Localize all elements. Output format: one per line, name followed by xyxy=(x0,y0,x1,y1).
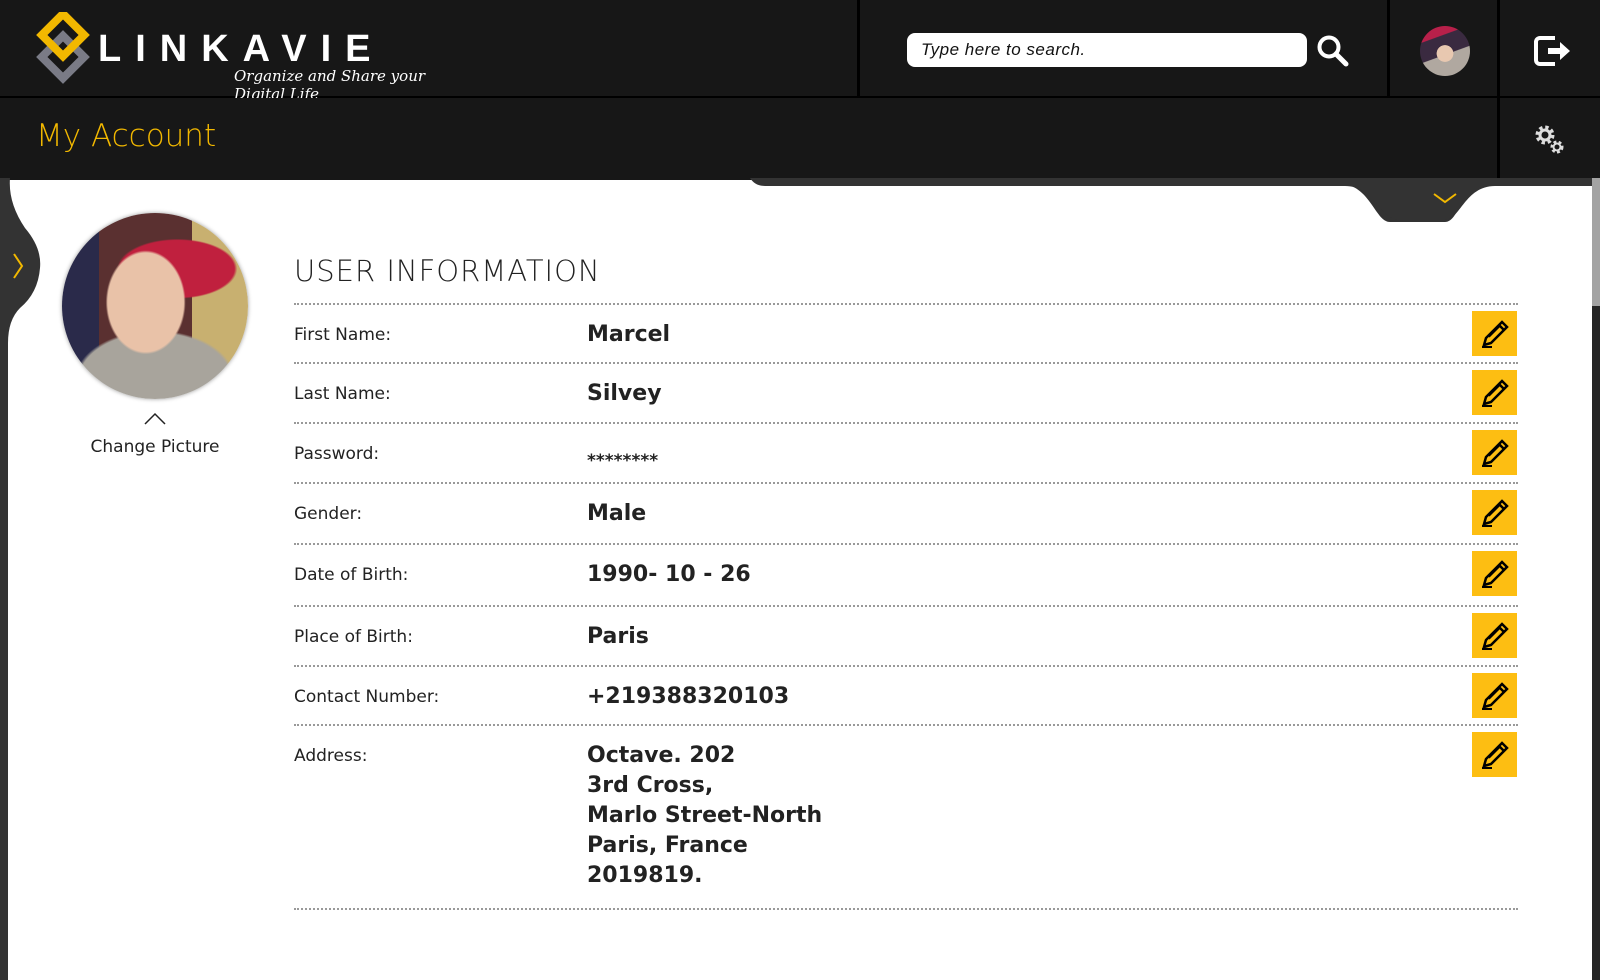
pencil-icon xyxy=(1481,378,1509,407)
chevron-up-icon[interactable] xyxy=(144,412,166,426)
field-value: Paris xyxy=(587,624,649,649)
scrollbar[interactable] xyxy=(1592,178,1600,980)
pencil-icon xyxy=(1481,438,1509,467)
avatar[interactable] xyxy=(1420,26,1470,76)
field-label: Contact Number: xyxy=(294,687,440,707)
field-value: ******** xyxy=(587,451,659,471)
divider xyxy=(294,543,1518,545)
divider xyxy=(294,303,1518,305)
edit-button[interactable] xyxy=(1472,370,1517,415)
divider xyxy=(294,482,1518,484)
pencil-icon xyxy=(1481,559,1509,588)
pencil-icon xyxy=(1481,740,1509,769)
divider xyxy=(294,724,1518,726)
field-value: Octave. 202 3rd Cross, Marlo Street-Nort… xyxy=(587,743,823,888)
field-value: Male xyxy=(587,501,647,526)
search-input[interactable] xyxy=(907,33,1307,67)
field-label: Gender: xyxy=(294,504,363,524)
logo[interactable]: LINKAVIE Organize and Share your Digital… xyxy=(34,12,434,103)
field-value: Marcel xyxy=(587,322,671,347)
field-label: Password: xyxy=(294,444,380,464)
collapse-header-tab[interactable] xyxy=(750,178,1600,226)
pencil-icon xyxy=(1481,319,1509,348)
field-value: Silvey xyxy=(587,381,662,406)
field-value: +219388320103 xyxy=(587,684,790,709)
field-value: 1990- 10 - 26 xyxy=(587,562,751,587)
divider xyxy=(1497,98,1500,180)
top-bar: LINKAVIE Organize and Share your Digital… xyxy=(0,0,1600,180)
page-title: My Account xyxy=(36,118,217,154)
divider xyxy=(857,0,860,98)
profile-picture[interactable] xyxy=(62,213,248,399)
divider xyxy=(294,422,1518,424)
settings-gear-icon[interactable] xyxy=(1534,124,1566,156)
scrollbar-thumb[interactable] xyxy=(1592,178,1600,306)
divider xyxy=(294,362,1518,364)
edit-button[interactable] xyxy=(1472,311,1517,356)
divider xyxy=(294,908,1518,910)
divider xyxy=(294,605,1518,607)
pencil-icon xyxy=(1481,498,1509,527)
edit-button[interactable] xyxy=(1472,673,1517,718)
edit-button[interactable] xyxy=(1472,551,1517,596)
field-label: Date of Birth: xyxy=(294,565,409,585)
edit-button[interactable] xyxy=(1472,430,1517,475)
edit-button[interactable] xyxy=(1472,732,1517,777)
logo-icon xyxy=(36,12,90,84)
edit-button[interactable] xyxy=(1472,490,1517,535)
field-label: Place of Birth: xyxy=(294,627,413,647)
change-picture-link[interactable]: Change Picture xyxy=(60,437,250,457)
pencil-icon xyxy=(1481,621,1509,650)
edit-button[interactable] xyxy=(1472,613,1517,658)
divider xyxy=(294,665,1518,667)
search-icon[interactable] xyxy=(1316,34,1350,68)
section-heading: USER INFORMATION xyxy=(294,254,601,288)
divider xyxy=(1387,0,1390,98)
field-label: First Name: xyxy=(294,325,392,345)
field-label: Address: xyxy=(294,746,368,766)
field-label: Last Name: xyxy=(294,384,391,404)
brand-name: LINKAVIE xyxy=(98,28,385,70)
page-header xyxy=(0,98,1600,180)
pencil-icon xyxy=(1481,681,1509,710)
sidebar-toggle[interactable] xyxy=(0,178,44,980)
logout-icon[interactable] xyxy=(1533,34,1573,68)
